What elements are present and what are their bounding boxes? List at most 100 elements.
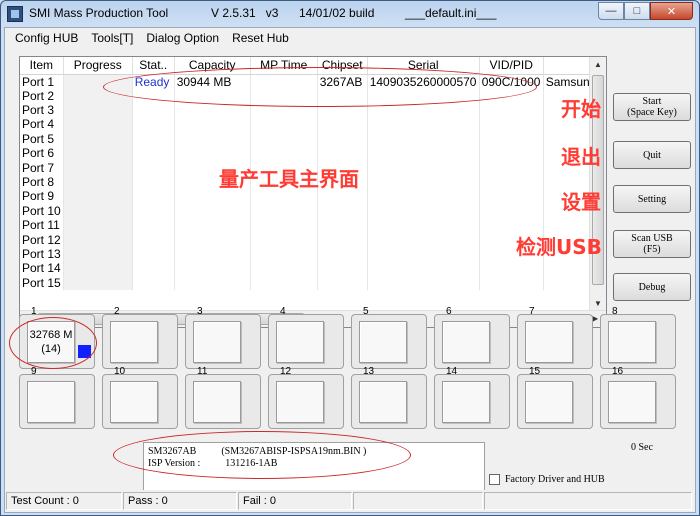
table-cell: [367, 88, 480, 103]
port-slot[interactable]: [517, 314, 593, 369]
table-row[interactable]: Port 5: [20, 131, 598, 147]
port-slot[interactable]: [102, 314, 178, 369]
slot-box[interactable]: [359, 321, 407, 363]
scan-label: Scan USB: [631, 233, 673, 244]
slot-box[interactable]: [525, 381, 573, 423]
port-slot[interactable]: [600, 374, 676, 429]
table-row[interactable]: Port 15: [20, 275, 598, 290]
column-header[interactable]: Serial: [367, 57, 480, 75]
table-cell: 090C/1000: [479, 74, 544, 89]
maximize-button[interactable]: □: [624, 2, 650, 20]
table-row[interactable]: Port 12: [20, 232, 598, 247]
column-header[interactable]: MP Time: [250, 57, 318, 75]
table-row[interactable]: Port 2: [20, 88, 598, 103]
status-pane-4: [353, 492, 483, 510]
slot-status-indicator: [78, 345, 91, 358]
scan-usb-button[interactable]: Scan USB (F5): [613, 230, 691, 258]
port-slot[interactable]: [185, 314, 261, 369]
table-cell: [132, 232, 175, 247]
table-cell: Port 8: [20, 174, 64, 190]
table-row[interactable]: Port 1 Ready 30944 MB 3267AB 140903526000057…: [20, 74, 598, 89]
menu-reset-hub[interactable]: Reset Hub: [226, 28, 296, 48]
table-cell: [367, 275, 480, 290]
port-slot[interactable]: [351, 314, 427, 369]
slot-box[interactable]: [110, 321, 158, 363]
scroll-up-icon[interactable]: ▲: [594, 60, 602, 69]
slot-box[interactable]: [276, 381, 324, 423]
port-slot[interactable]: [268, 374, 344, 429]
menu-dialog-option[interactable]: Dialog Option: [140, 28, 226, 48]
table-cell: [132, 131, 175, 147]
title-bar[interactable]: SMI Mass Production Tool V 2.5.31 v3 14/…: [1, 1, 699, 27]
start-button[interactable]: Start (Space Key): [613, 93, 691, 121]
table-row[interactable]: Port 10: [20, 203, 598, 219]
table-cell: [317, 232, 368, 247]
table-cell: [367, 189, 480, 204]
column-header[interactable]: Item: [20, 57, 64, 75]
table-row[interactable]: Port 13: [20, 246, 598, 262]
port-slot[interactable]: [434, 314, 510, 369]
progress-cell: [63, 74, 133, 89]
table-cell: Port 11: [20, 218, 64, 233]
debug-label: Debug: [638, 281, 666, 293]
port-grid[interactable]: Item Progress Stat.. Capacity MP Time Chipset…: [19, 56, 607, 328]
table-row[interactable]: Port 11: [20, 218, 598, 233]
scroll-down-icon[interactable]: ▼: [594, 299, 602, 308]
slot-box[interactable]: [608, 321, 656, 363]
progress-cell: [63, 218, 133, 233]
column-header[interactable]: Progress: [63, 57, 133, 75]
setting-button[interactable]: Setting: [613, 185, 691, 213]
column-header[interactable]: Chipset: [317, 57, 368, 75]
slot-box[interactable]: [442, 321, 490, 363]
table-row[interactable]: Port 14: [20, 261, 598, 276]
table-cell: [132, 203, 175, 219]
slot-box[interactable]: [525, 321, 573, 363]
table-cell: Port 1: [20, 74, 64, 89]
slot-box[interactable]: [193, 321, 241, 363]
port-slot[interactable]: [19, 374, 95, 429]
table-cell: Port 14: [20, 261, 64, 276]
port-slot[interactable]: [185, 374, 261, 429]
status-bar: Test Count : 0 Pass : 0 Fail : 0: [5, 490, 695, 512]
menu-config-hub[interactable]: Config HUB: [9, 28, 85, 48]
slot-box[interactable]: [276, 321, 324, 363]
table-cell: [250, 88, 318, 103]
column-header[interactable]: Capacity: [174, 57, 251, 75]
scan-hotkey: (F5): [643, 244, 661, 255]
slot-box[interactable]: 32768 M (14): [27, 321, 75, 363]
table-cell: [132, 88, 175, 103]
table-row[interactable]: Port 3: [20, 102, 598, 118]
app-window: SMI Mass Production Tool V 2.5.31 v3 14/…: [0, 0, 700, 516]
start-hotkey: (Space Key): [627, 107, 677, 118]
port-slot[interactable]: [102, 374, 178, 429]
menu-tools[interactable]: Tools[T]: [85, 28, 140, 48]
close-button[interactable]: ✕: [650, 2, 693, 20]
table-cell: [479, 117, 544, 132]
table-cell: [367, 232, 480, 247]
debug-button[interactable]: Debug: [613, 273, 691, 301]
port-slot[interactable]: [517, 374, 593, 429]
table-row[interactable]: Port 6: [20, 146, 598, 161]
minimize-button[interactable]: —: [598, 2, 624, 20]
port-slot[interactable]: [434, 374, 510, 429]
column-header[interactable]: VID/PID: [479, 57, 544, 75]
table-cell: [132, 275, 175, 290]
table-cell: [367, 146, 480, 161]
slot-box[interactable]: [110, 381, 158, 423]
port-slot[interactable]: 32768 M (14): [19, 314, 95, 369]
slot-box[interactable]: [608, 381, 656, 423]
factory-driver-option[interactable]: Factory Driver and HUB: [489, 474, 605, 485]
column-header[interactable]: Stat..: [132, 57, 175, 75]
slot-box[interactable]: [442, 381, 490, 423]
slot-box[interactable]: [359, 381, 407, 423]
quit-button[interactable]: Quit: [613, 141, 691, 169]
port-slot[interactable]: [600, 314, 676, 369]
table-cell: [367, 102, 480, 118]
table-cell: Port 4: [20, 117, 64, 132]
table-row[interactable]: Port 4: [20, 117, 598, 132]
port-slot[interactable]: [351, 374, 427, 429]
slot-box[interactable]: [27, 381, 75, 423]
port-slot[interactable]: [268, 314, 344, 369]
slot-box[interactable]: [193, 381, 241, 423]
factory-driver-checkbox[interactable]: [489, 474, 500, 485]
